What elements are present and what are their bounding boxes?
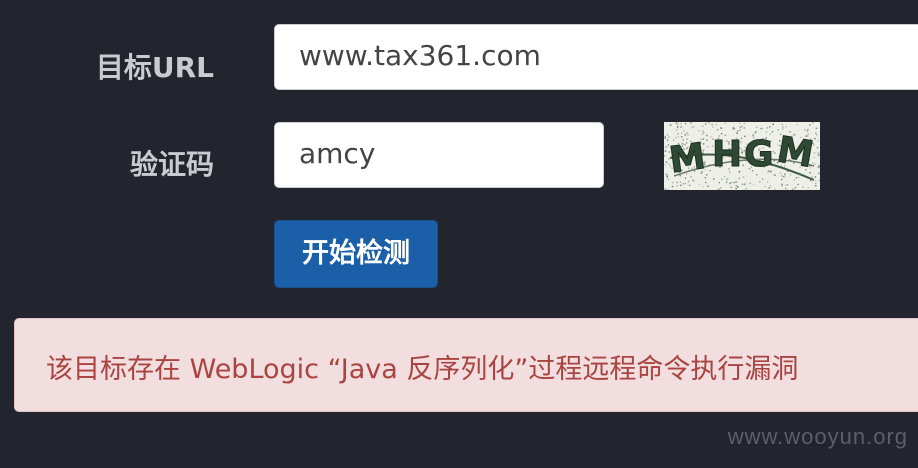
vulnerability-alert: 该目标存在 WebLogic “Java 反序列化”过程远程命令执行漏洞 — [14, 318, 918, 412]
captcha-graphic: M H G M — [664, 122, 820, 190]
captcha-label: 验证码 — [129, 148, 214, 181]
start-detection-button[interactable]: 开始检测 — [274, 220, 438, 288]
url-input[interactable]: www.tax361.com — [274, 24, 918, 90]
svg-text:M: M — [774, 129, 816, 176]
alert-message: 该目标存在 WebLogic “Java 反序列化”过程远程命令执行漏洞 — [46, 354, 799, 385]
svg-text:G: G — [744, 134, 774, 175]
url-label: 目标URL — [95, 51, 214, 84]
captcha-image[interactable]: M H G M — [664, 122, 820, 190]
captcha-input[interactable]: amcy — [274, 122, 604, 188]
svg-text:H: H — [712, 134, 742, 175]
svg-text:M: M — [667, 136, 708, 182]
watermark: www.wooyun.org — [727, 424, 908, 449]
